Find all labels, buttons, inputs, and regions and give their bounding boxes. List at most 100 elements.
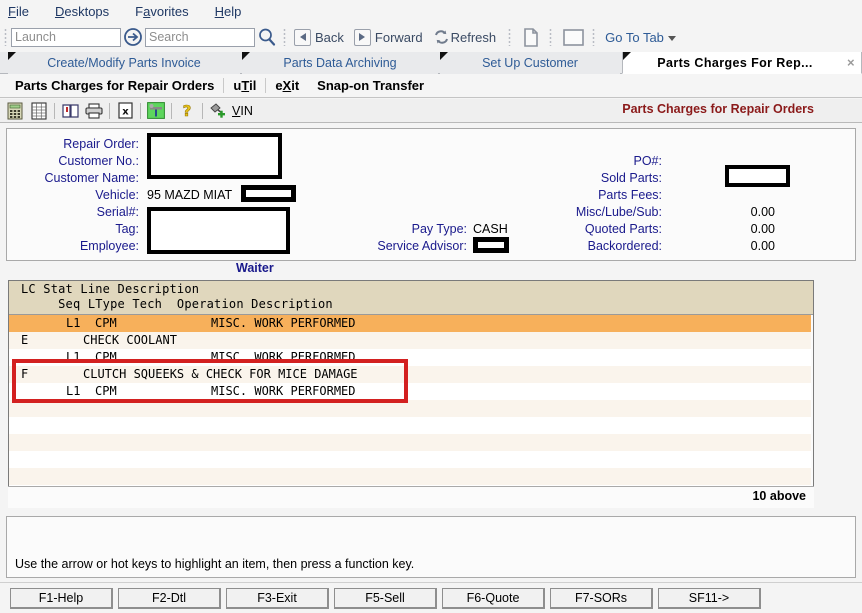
- launch-input[interactable]: [11, 27, 121, 47]
- table-row[interactable]: L1 CPM MISC. WORK PERFORMED: [9, 349, 813, 366]
- label-tag: Tag:: [115, 222, 139, 236]
- tools-icon[interactable]: [144, 100, 168, 122]
- cell-desc: MISC. WORK PERFORMED: [211, 350, 356, 364]
- value-quoted-parts: 0.00: [750, 222, 775, 236]
- tab-parts-charges-for-repair-orders[interactable]: Parts Charges For Rep... ×: [622, 52, 862, 74]
- toolbar-grip-3[interactable]: [508, 28, 512, 46]
- icon-separator: [202, 102, 203, 119]
- menu-item-help[interactable]: Help: [215, 4, 242, 19]
- list-count-strip: 10 above: [8, 486, 814, 508]
- spreadsheet-icon[interactable]: [27, 100, 51, 122]
- window-icon[interactable]: [560, 25, 586, 49]
- tab-create-modify-parts-invoice[interactable]: Create/Modify Parts Invoice: [8, 52, 240, 74]
- menu-item-file[interactable]: File: [8, 4, 29, 19]
- function-key-f7-sors[interactable]: F7-SORs: [550, 588, 653, 609]
- cell-lc: F: [21, 367, 29, 381]
- icon-separator: [109, 102, 110, 119]
- book-icon[interactable]: [58, 100, 82, 122]
- function-key-f2-dtl[interactable]: F2-Dtl: [118, 588, 221, 609]
- list-header-line-1: LC Stat Line Description: [21, 282, 200, 296]
- label-customer-name: Customer Name:: [44, 171, 139, 185]
- function-key-f3-exit[interactable]: F3-Exit: [226, 588, 329, 609]
- function-key-f6-quote[interactable]: F6-Quote: [442, 588, 545, 609]
- appmenu-item-snap-on-transfer[interactable]: Snap-on Transfer: [308, 78, 433, 93]
- list-count-label: 10 above: [752, 489, 806, 503]
- label-customer-no: Customer No.:: [58, 154, 139, 168]
- waiter-label: Waiter: [236, 261, 274, 275]
- form-title: Parts Charges for Repair Orders: [622, 102, 814, 116]
- list-right-rail: [811, 315, 813, 507]
- tab-parts-data-archiving[interactable]: Parts Data Archiving: [242, 52, 438, 74]
- toolbar-grip-2[interactable]: [283, 28, 286, 46]
- tab-label: Create/Modify Parts Invoice: [47, 56, 201, 70]
- page-icon[interactable]: [519, 25, 543, 49]
- calculator-icon[interactable]: [3, 100, 27, 122]
- cell-desc: MISC. WORK PERFORMED: [211, 384, 356, 398]
- forward-button[interactable]: Forward: [353, 28, 423, 46]
- tab-close-icon[interactable]: ×: [847, 55, 855, 70]
- label-sold-parts: Sold Parts:: [600, 171, 662, 185]
- application-window: File Desktops Favorites Help Back: [0, 0, 862, 613]
- icon-separator: [140, 102, 141, 119]
- go-to-tab-button[interactable]: Go To Tab: [605, 30, 676, 45]
- function-key-f5-sell[interactable]: F5-Sell: [334, 588, 437, 609]
- toolbar-grip-5[interactable]: [592, 28, 596, 46]
- launch-arrow-icon[interactable]: [121, 25, 145, 49]
- table-row[interactable]: [9, 451, 813, 468]
- search-input[interactable]: [145, 27, 255, 47]
- vin-button[interactable]: VIN: [232, 104, 253, 118]
- table-row[interactable]: L1 CPM MISC. WORK PERFORMED: [9, 383, 813, 400]
- refresh-label: Refresh: [450, 29, 497, 45]
- menu-item-favorites[interactable]: Favorites: [135, 4, 188, 19]
- label-misc-lube-sub: Misc/Lube/Sub:: [575, 205, 662, 219]
- toolbar-grip[interactable]: [4, 28, 7, 46]
- cell-seq: L1: [66, 316, 81, 330]
- cell-desc: MISC. WORK PERFORMED: [211, 316, 356, 330]
- label-employee: Employee:: [79, 239, 139, 253]
- function-key-f1-help[interactable]: F1-Help: [10, 588, 113, 609]
- table-row[interactable]: [9, 417, 813, 434]
- label-serial-number: Serial#:: [96, 205, 139, 219]
- menubar: File Desktops Favorites Help: [0, 0, 862, 22]
- redaction-repair-order-customer: [147, 133, 282, 179]
- table-row[interactable]: L1 CPM MISC. WORK PERFORMED: [9, 315, 813, 332]
- appmenu-item-parts-charges[interactable]: Parts Charges for Repair Orders: [6, 78, 223, 93]
- value-misc-lube-sub: 0.00: [750, 205, 775, 219]
- table-row[interactable]: [9, 434, 813, 451]
- table-row[interactable]: E CHECK COOLANT: [9, 332, 813, 349]
- svg-text:x: x: [122, 107, 129, 118]
- cell-ltype: CPM: [95, 350, 117, 364]
- label-quoted-parts: Quoted Parts:: [584, 222, 662, 236]
- table-row[interactable]: [9, 400, 813, 417]
- appmenu-item-exit[interactable]: eXit: [266, 78, 308, 93]
- redaction-sold-parts: [725, 165, 790, 187]
- svg-text:?: ?: [183, 102, 192, 120]
- back-button[interactable]: Back: [294, 28, 344, 46]
- application-menu: Parts Charges for Repair Orders uTil eXi…: [0, 74, 862, 98]
- table-row[interactable]: [9, 468, 813, 485]
- label-repair-order: Repair Order:: [63, 137, 139, 151]
- order-header-panel: Repair Order: Customer No.: Customer Nam…: [6, 128, 856, 261]
- appmenu-item-util[interactable]: uTil: [224, 78, 265, 93]
- value-backordered: 0.00: [750, 239, 775, 253]
- table-row[interactable]: F CLUTCH SQUEEKS & CHECK FOR MICE DAMAGE: [9, 366, 813, 383]
- chevron-down-icon: [667, 35, 676, 41]
- tab-label: Set Up Customer: [482, 56, 578, 70]
- cell-ltype: CPM: [95, 384, 117, 398]
- help-question-icon[interactable]: ?: [175, 100, 199, 122]
- printer-icon[interactable]: [82, 100, 106, 122]
- function-key-sf11[interactable]: SF11->: [658, 588, 761, 609]
- back-label: Back: [315, 29, 344, 45]
- magnifier-icon[interactable]: [255, 25, 279, 49]
- label-service-advisor: Service Advisor:: [377, 239, 467, 253]
- forward-label: Forward: [374, 29, 423, 45]
- tab-corner-flag-icon: [623, 52, 631, 60]
- excel-export-icon[interactable]: x: [113, 100, 137, 122]
- menu-item-desktops[interactable]: Desktops: [55, 4, 109, 19]
- tab-set-up-customer[interactable]: Set Up Customer: [440, 52, 620, 74]
- plug-add-icon[interactable]: [206, 100, 230, 122]
- refresh-button[interactable]: Refresh: [433, 25, 497, 49]
- tab-corner-flag-icon: [242, 52, 250, 60]
- toolbar-grip-4[interactable]: [549, 28, 553, 46]
- label-vehicle: Vehicle:: [95, 188, 139, 202]
